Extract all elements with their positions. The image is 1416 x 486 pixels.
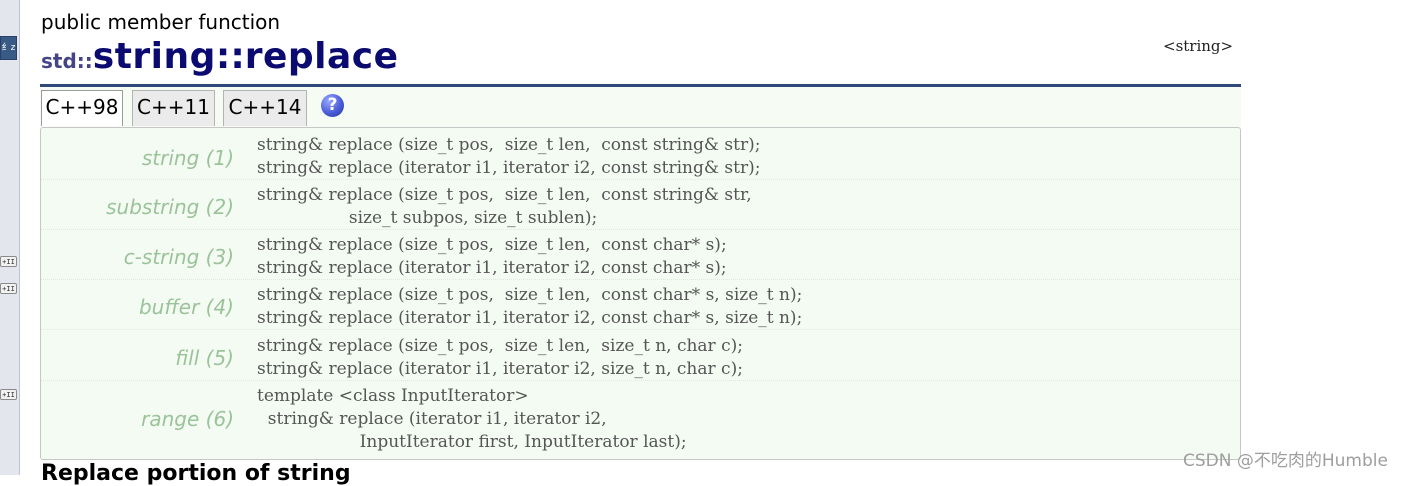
overloads-panel: string (1) string& replace (size_t pos, … (40, 127, 1241, 460)
overload-code: string& replace (size_t pos, size_t len,… (257, 335, 743, 381)
code-line: string& replace (size_t pos, size_t len,… (257, 235, 727, 255)
code-line: string& replace (iterator i1, iterator i… (257, 258, 727, 278)
code-line: string& replace (iterator i1, iterator i… (257, 409, 607, 429)
overload-row: string (1) string& replace (size_t pos, … (41, 130, 1240, 180)
code-line: string& replace (size_t pos, size_t len,… (257, 185, 752, 205)
header-link[interactable]: <string> (1163, 37, 1233, 55)
tab-cpp98[interactable]: C++98 (41, 90, 123, 126)
member-kind-label: public member function (41, 10, 281, 34)
code-line: string& replace (iterator i1, iterator i… (257, 308, 803, 328)
watermark: CSDN @不吃肉的Humble (1183, 451, 1388, 471)
overload-label: fill (5) (175, 346, 234, 370)
help-icon[interactable]: ? (321, 94, 344, 117)
left-gutter: 纟z +II +II +II (0, 0, 20, 475)
standard-tabs (40, 87, 1241, 127)
gutter-tool-icon[interactable]: 纟z (0, 36, 17, 60)
gutter-expand-button[interactable]: +II (0, 389, 17, 400)
code-line: size_t subpos, size_t sublen); (257, 208, 598, 228)
gutter-expand-button[interactable]: +II (0, 256, 17, 267)
overload-row: buffer (4) string& replace (size_t pos, … (41, 280, 1240, 330)
code-line: template <class InputIterator> (257, 386, 529, 406)
code-line: string& replace (size_t pos, size_t len,… (257, 135, 761, 155)
overload-code: string& replace (size_t pos, size_t len,… (257, 284, 802, 330)
overload-label: buffer (4) (138, 295, 234, 319)
code-line: string& replace (iterator i1, iterator i… (257, 158, 761, 178)
overload-label: string (1) (141, 146, 234, 170)
code-line: string& replace (size_t pos, size_t len,… (257, 336, 743, 356)
overload-code: string& replace (size_t pos, size_t len,… (257, 234, 727, 280)
overload-row: fill (5) string& replace (size_t pos, si… (41, 330, 1240, 381)
title-function: replace (244, 36, 399, 77)
gutter-expand-button[interactable]: +II (0, 283, 17, 294)
title-class: string (92, 36, 216, 77)
overload-row: range (6) template <class InputIterator>… (41, 381, 1240, 459)
title-namespace: std:: (41, 49, 93, 73)
section-heading: Replace portion of string (41, 461, 351, 486)
tab-cpp14[interactable]: C++14 (223, 90, 307, 126)
overload-label: c-string (3) (123, 245, 234, 269)
code-line: InputIterator first, InputIterator last)… (257, 432, 687, 452)
tab-cpp11[interactable]: C++11 (132, 90, 215, 126)
overload-code: string& replace (size_t pos, size_t len,… (257, 184, 752, 230)
overload-label: range (6) (141, 407, 234, 431)
overload-label: substring (2) (106, 195, 234, 219)
overload-row: c-string (3) string& replace (size_t pos… (41, 230, 1240, 280)
overload-row: substring (2) string& replace (size_t po… (41, 180, 1240, 230)
overload-code: template <class InputIterator> string& r… (257, 385, 687, 454)
title-separator: :: (215, 36, 245, 77)
code-line: string& replace (iterator i1, iterator i… (257, 359, 743, 379)
page-title: std::string::replace (41, 36, 399, 77)
code-line: string& replace (size_t pos, size_t len,… (257, 285, 803, 305)
overload-code: string& replace (size_t pos, size_t len,… (257, 134, 760, 180)
